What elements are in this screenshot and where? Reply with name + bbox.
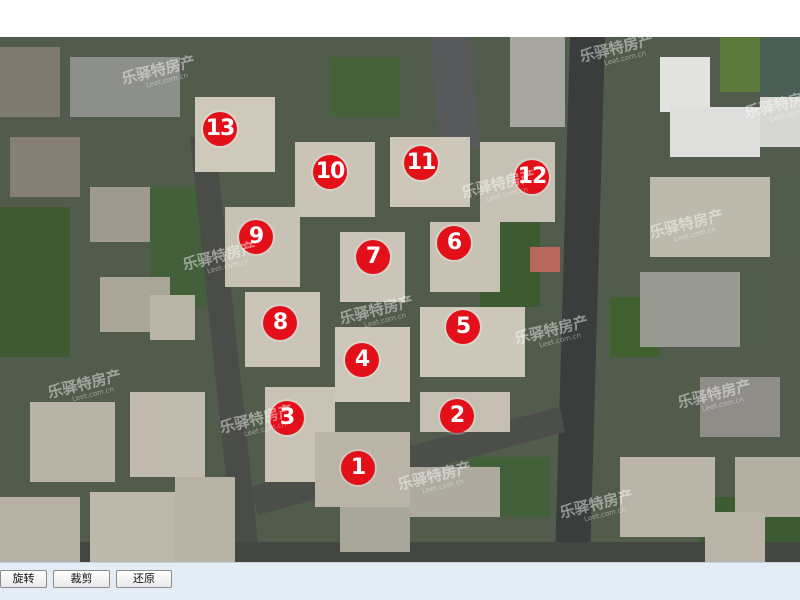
top-blank-area — [0, 0, 800, 37]
building-marker[interactable]: 4 — [345, 343, 379, 377]
bottom-toolbar: 旋转 裁剪 还原 — [0, 562, 800, 600]
restore-button[interactable]: 还原 — [116, 570, 172, 588]
building-marker[interactable]: 7 — [356, 240, 390, 274]
rotate-button[interactable]: 旋转 — [0, 570, 47, 588]
building-marker[interactable]: 1 — [341, 451, 375, 485]
building-marker[interactable]: 11 — [404, 146, 438, 180]
building-marker[interactable]: 2 — [440, 399, 474, 433]
building-marker[interactable]: 6 — [437, 226, 471, 260]
crop-button[interactable]: 裁剪 — [53, 570, 110, 588]
satellite-map[interactable]: 1 2 3 4 5 6 7 8 9 10 11 12 13 乐驿特房产 Leet.… — [0, 37, 800, 562]
building-marker[interactable]: 5 — [446, 310, 480, 344]
building-marker[interactable]: 13 — [203, 112, 237, 146]
building-marker[interactable]: 10 — [313, 155, 347, 189]
building-marker[interactable]: 8 — [263, 306, 297, 340]
